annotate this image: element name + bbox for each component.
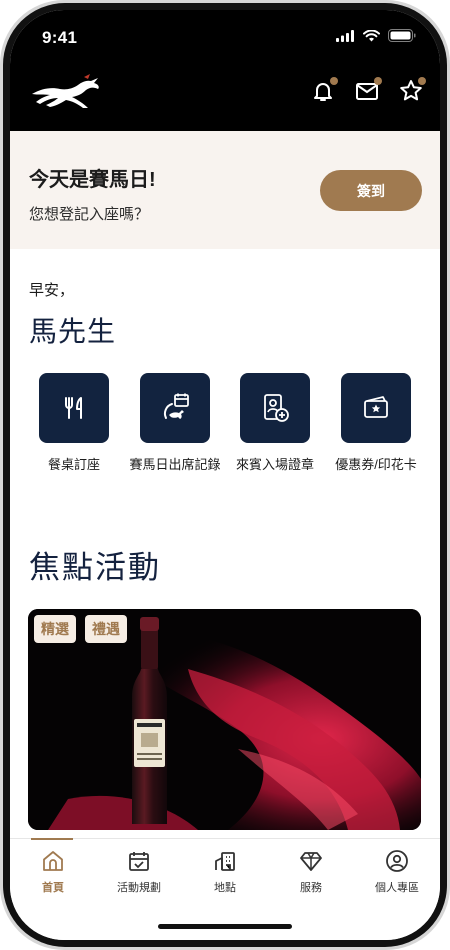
nav-label: 服務 (300, 882, 322, 894)
quick-action-label: 優惠券/印花卡 (335, 457, 417, 472)
favorites-button[interactable] (398, 77, 426, 104)
focus-section-title: 焦點活動 (29, 550, 161, 585)
status-bar: 9:41 (10, 10, 440, 66)
mail-button[interactable] (354, 77, 382, 104)
tag-privilege: 禮遇 (85, 615, 127, 643)
nav-label: 活動規劃 (117, 882, 161, 894)
signal-icon (336, 29, 355, 47)
greeting-name: 馬先生 (29, 316, 117, 347)
screen: 9:41 今天是賽馬日! 您想登記入座嗎？ 簽到 早安， 馬先生 餐桌訂座 賽馬… (10, 10, 440, 940)
user-circle-icon (386, 850, 408, 872)
notification-dot (330, 77, 338, 85)
quick-action-tile (240, 373, 310, 443)
checkin-button[interactable]: 簽到 (320, 170, 422, 211)
diamond-icon (300, 852, 322, 871)
calendar-horse-icon (163, 393, 189, 419)
nav-label: 地點 (214, 882, 236, 894)
home-indicator (158, 924, 292, 929)
tag-featured: 精選 (34, 615, 76, 643)
fork-knife-icon (65, 397, 82, 419)
nav-home[interactable]: 首頁 (10, 849, 96, 895)
app-header (10, 66, 440, 131)
calendar-check-icon (129, 852, 149, 871)
nav-label: 首頁 (42, 882, 64, 894)
quick-action-label: 餐桌訂座 (47, 457, 100, 472)
nav-services[interactable]: 服務 (268, 849, 354, 895)
galloping-horse-logo[interactable] (28, 72, 102, 112)
nav-profile[interactable]: 個人專區 (354, 849, 440, 895)
notification-dot (418, 77, 426, 85)
quick-action-coupons[interactable]: 優惠券/印花卡 (326, 373, 426, 473)
greeting-salutation: 早安， (29, 282, 75, 299)
home-icon (43, 851, 63, 871)
status-time: 9:41 (42, 28, 78, 47)
buildings-icon (215, 852, 235, 871)
quick-action-tile (140, 373, 210, 443)
promo-card[interactable]: 精選 禮遇 (28, 609, 421, 830)
active-tab-indicator (31, 838, 73, 840)
race-day-banner: 今天是賽馬日! 您想登記入座嗎？ 簽到 (10, 131, 440, 249)
notification-dot (374, 77, 382, 85)
quick-action-table-booking[interactable]: 餐桌訂座 (24, 373, 124, 473)
bell-button[interactable] (310, 77, 338, 104)
quick-action-attendance[interactable]: 賽馬日出席記錄 (125, 373, 225, 473)
bottom-nav: 首頁 活動規劃 地點 服務 個人專區 (10, 838, 440, 940)
status-icons (336, 29, 416, 47)
nav-event-planning[interactable]: 活動規劃 (96, 849, 182, 895)
wifi-icon (363, 29, 380, 47)
quick-action-tile (39, 373, 109, 443)
quick-action-tile (341, 373, 411, 443)
race-day-subtitle: 您想登記入座嗎？ (29, 206, 150, 223)
quick-action-guest-badge[interactable]: 來賓入場證章 (225, 373, 325, 473)
coupon-icon (364, 396, 388, 418)
top-area: 9:41 (10, 10, 440, 131)
quick-action-label: 來賓入場證章 (235, 457, 314, 472)
race-day-title: 今天是賽馬日! (29, 169, 156, 191)
nav-label: 個人專區 (375, 882, 419, 894)
quick-action-label: 賽馬日出席記錄 (129, 457, 221, 472)
header-icons (310, 77, 426, 104)
battery-icon (388, 29, 416, 47)
guest-badge-icon (264, 394, 289, 422)
nav-locations[interactable]: 地點 (182, 849, 268, 895)
